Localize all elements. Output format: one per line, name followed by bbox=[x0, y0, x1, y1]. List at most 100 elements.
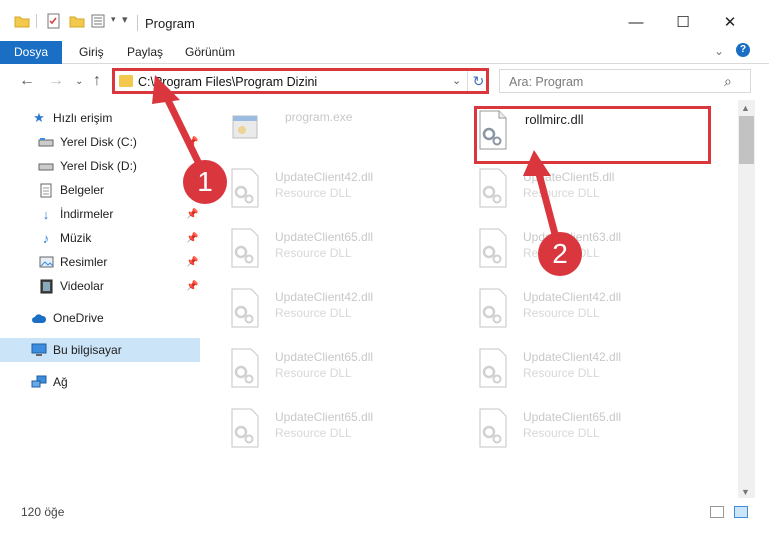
dll-file-icon bbox=[479, 288, 507, 328]
file-description: Resource DLL bbox=[523, 426, 600, 440]
search-input[interactable]: Ara: Program bbox=[509, 75, 583, 89]
file-item[interactable]: UpdateClient63.dll Resource DLL bbox=[477, 226, 697, 276]
minimize-button[interactable]: — bbox=[614, 8, 658, 36]
dll-file-icon bbox=[479, 168, 507, 208]
exe-icon bbox=[232, 115, 258, 139]
sidebar-item-network[interactable]: Ağ bbox=[31, 371, 68, 393]
sidebar-item-label: Müzik bbox=[60, 231, 92, 245]
sidebar-item-disk-c[interactable]: Yerel Disk (C:) bbox=[38, 131, 137, 153]
file-name: program.exe bbox=[285, 110, 353, 124]
video-icon bbox=[38, 278, 54, 294]
sidebar-item-quick-access[interactable]: ★ Hızlı erişim bbox=[31, 107, 112, 129]
help-icon[interactable]: ? bbox=[736, 43, 750, 57]
tab-view[interactable]: Görünüm bbox=[185, 41, 235, 64]
sidebar-item-music[interactable]: ♪ Müzik bbox=[38, 227, 92, 249]
up-icon[interactable]: ↑ bbox=[93, 72, 101, 90]
qa-dropdown-icon[interactable]: ▾ bbox=[111, 14, 116, 25]
back-icon[interactable]: ← bbox=[19, 72, 35, 90]
search-icon[interactable]: ⌕ bbox=[724, 73, 732, 90]
vertical-scrollbar[interactable]: ▲ ▼ bbox=[738, 100, 755, 498]
cloud-icon bbox=[31, 310, 47, 326]
new-folder-icon[interactable] bbox=[69, 13, 85, 29]
file-description: Resource DLL bbox=[275, 186, 352, 200]
picture-icon bbox=[38, 254, 54, 270]
file-name: UpdateClient5.dll bbox=[523, 170, 615, 184]
pin-icon[interactable]: 📌 bbox=[186, 137, 198, 148]
scroll-down-icon[interactable]: ▼ bbox=[741, 487, 750, 497]
dll-file-icon bbox=[479, 228, 507, 268]
step-2-badge: 2 bbox=[538, 232, 582, 276]
file-item[interactable]: UpdateClient65.dll Resource DLL bbox=[229, 346, 449, 396]
customize-icon[interactable] bbox=[91, 13, 111, 29]
sidebar-item-label: Bu bilgisayar bbox=[53, 343, 122, 357]
maximize-button[interactable]: ☐ bbox=[661, 8, 705, 36]
file-name: UpdateClient42.dll bbox=[523, 290, 622, 304]
sidebar-item-label: Ağ bbox=[53, 375, 68, 389]
pin-icon[interactable]: 📌 bbox=[186, 281, 198, 292]
dll-file-icon bbox=[231, 288, 259, 328]
close-button[interactable]: ✕ bbox=[708, 8, 752, 36]
sidebar-item-downloads[interactable]: ↓ İndirmeler bbox=[38, 203, 114, 225]
qa-customize-chevron-icon[interactable]: ▾ bbox=[122, 13, 128, 26]
address-dropdown-icon[interactable]: ⌄ bbox=[452, 74, 461, 87]
ribbon-expand-icon[interactable]: ⌄ bbox=[714, 44, 724, 58]
tab-file[interactable]: Dosya bbox=[0, 41, 62, 64]
tab-home[interactable]: Giriş bbox=[79, 41, 104, 64]
pin-icon[interactable]: 📌 bbox=[186, 257, 198, 268]
download-icon: ↓ bbox=[42, 206, 50, 222]
file-item[interactable]: UpdateClient65.dll Resource DLL bbox=[477, 406, 697, 456]
sidebar-item-onedrive[interactable]: OneDrive bbox=[31, 307, 104, 329]
sidebar-item-this-pc[interactable]: Bu bilgisayar bbox=[31, 339, 122, 361]
scrollbar-thumb[interactable] bbox=[739, 116, 754, 164]
network-icon bbox=[31, 374, 47, 390]
sidebar-item-disk-d[interactable]: Yerel Disk (D:) bbox=[38, 155, 137, 177]
file-item[interactable]: UpdateClient65.dll Resource DLL bbox=[229, 226, 449, 276]
window-title: Program bbox=[145, 16, 195, 31]
file-name: UpdateClient42.dll bbox=[523, 350, 622, 364]
file-item[interactable]: UpdateClient42.dll Resource DLL bbox=[229, 166, 449, 216]
file-name: UpdateClient65.dll bbox=[275, 410, 374, 424]
sidebar-item-label: Yerel Disk (C:) bbox=[60, 135, 137, 149]
sidebar-item-label: Resimler bbox=[60, 255, 108, 269]
refresh-icon[interactable]: ↻ bbox=[467, 70, 489, 92]
qa-divider bbox=[36, 14, 37, 28]
file-item-rollmirc[interactable]: rollmirc.dll bbox=[477, 106, 707, 156]
item-count: 120 öğe bbox=[21, 505, 65, 519]
details-view-icon[interactable] bbox=[710, 506, 724, 518]
drive-icon bbox=[38, 134, 54, 150]
ribbon: Dosya Giriş Paylaş Görünüm ⌄ ? bbox=[0, 38, 769, 64]
scroll-up-icon[interactable]: ▲ bbox=[741, 103, 750, 113]
folder-icon bbox=[119, 75, 133, 87]
file-item[interactable]: UpdateClient65.dll Resource DLL bbox=[229, 406, 449, 456]
tab-share[interactable]: Paylaş bbox=[127, 41, 163, 64]
file-item[interactable]: program.exe bbox=[229, 106, 449, 156]
sidebar-item-documents[interactable]: Belgeler bbox=[38, 179, 104, 201]
sidebar-item-videos[interactable]: Videolar bbox=[38, 275, 104, 297]
dll-file-icon bbox=[231, 228, 259, 268]
large-icons-view-icon[interactable] bbox=[734, 506, 748, 518]
file-description: Resource DLL bbox=[275, 306, 352, 320]
dll-file-icon bbox=[231, 408, 259, 448]
sidebar-item-pictures[interactable]: Resimler bbox=[38, 251, 107, 273]
address-path[interactable]: C:\Program Files\Program Dizini bbox=[138, 75, 317, 89]
drive-icon bbox=[38, 158, 54, 174]
forward-icon[interactable]: → bbox=[48, 72, 64, 90]
sidebar-item-label: Videolar bbox=[60, 279, 104, 293]
file-item[interactable]: UpdateClient42.dll Resource DLL bbox=[229, 286, 449, 336]
file-item[interactable]: UpdateClient42.dll Resource DLL bbox=[477, 286, 697, 336]
navigation-pane: ★ Hızlı erişim Yerel Disk (C:) 📌 Yerel D… bbox=[0, 100, 203, 498]
properties-icon[interactable] bbox=[46, 13, 62, 29]
file-item[interactable]: UpdateClient42.dll Resource DLL bbox=[477, 346, 697, 396]
file-list: program.exe rollmirc.dll UpdateClient42.… bbox=[205, 100, 738, 498]
dll-file-icon bbox=[479, 110, 507, 150]
computer-icon bbox=[31, 342, 47, 358]
pin-icon[interactable]: 📌 bbox=[186, 233, 198, 244]
address-bar[interactable]: C:\Program Files\Program Dizini ⌄ ↻ bbox=[112, 69, 489, 93]
title-divider bbox=[137, 15, 138, 31]
file-description: Resource DLL bbox=[275, 366, 352, 380]
search-box[interactable]: Ara: Program ⌕ bbox=[499, 69, 751, 93]
pin-icon[interactable]: 📌 bbox=[186, 209, 198, 220]
file-name: UpdateClient42.dll bbox=[275, 290, 374, 304]
file-item[interactable]: UpdateClient5.dll Resource DLL bbox=[477, 166, 697, 216]
recent-locations-icon[interactable]: ⌄ bbox=[75, 76, 83, 87]
